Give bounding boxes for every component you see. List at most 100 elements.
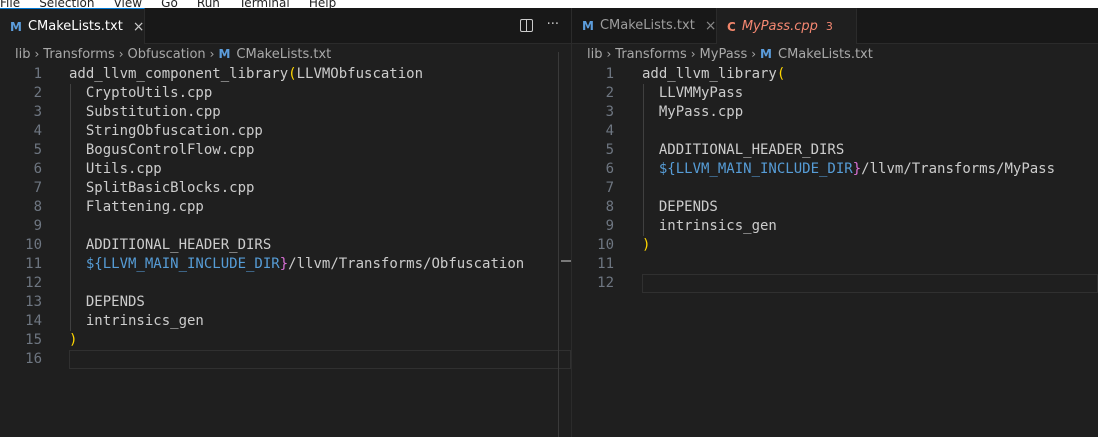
- minimap-edge: [558, 52, 559, 437]
- line-number: 12: [25, 275, 42, 291]
- line-number: 8: [33, 199, 42, 215]
- code-line: 14 intrinsics_gen: [0, 312, 571, 331]
- line-number: 15: [25, 332, 42, 348]
- code-token: add_llvm_component_library: [69, 66, 289, 82]
- chevron-right-icon: ›: [118, 47, 124, 61]
- breadcrumb-transforms[interactable]: Transforms: [43, 47, 114, 62]
- chevron-right-icon: ›: [751, 47, 757, 61]
- code-line-current: 12: [572, 274, 1098, 293]
- breadcrumb: lib › Transforms › Obfuscation › M CMake…: [15, 45, 331, 63]
- line-number: 2: [33, 85, 42, 101]
- line-number: 7: [33, 180, 42, 196]
- line-number: 5: [33, 142, 42, 158]
- cmake-file-icon: M: [218, 47, 231, 61]
- code-token: (: [776, 66, 786, 82]
- code-token: ): [642, 237, 651, 253]
- close-icon[interactable]: ×: [705, 18, 717, 34]
- chevron-right-icon: ›: [606, 47, 612, 61]
- cmake-file-icon: M: [10, 19, 22, 34]
- line-number: 16: [25, 351, 42, 367]
- breadcrumb-transforms[interactable]: Transforms: [615, 47, 686, 62]
- code-token: intrinsics_gen: [85, 313, 204, 329]
- breadcrumb-lib[interactable]: lib: [587, 47, 602, 62]
- code-token: (: [288, 66, 297, 82]
- line-number: 13: [25, 294, 42, 310]
- line-number: 3: [33, 104, 42, 120]
- code-line: 8 DEPENDS: [572, 198, 1098, 217]
- menu-bar: File Selection View Go Run Terminal Help: [0, 0, 1098, 8]
- code-token: ADDITIONAL_HEADER_DIRS: [658, 142, 845, 158]
- line-number: 3: [605, 104, 614, 120]
- line-number: 11: [25, 256, 42, 272]
- code-editor[interactable]: 1 add_llvm_library( 2 LLVMMyPass 3 MyPass…: [572, 65, 1098, 293]
- line-number: 1: [605, 66, 614, 82]
- right-editor-pane: M CMakeLists.txt × C MyPass.cpp 3 lib › …: [572, 8, 1098, 437]
- line-number: 10: [25, 237, 42, 253]
- code-token: Flattening.cpp: [85, 199, 204, 215]
- menu-terminal[interactable]: Terminal: [239, 0, 290, 8]
- code-line-current: 16: [0, 350, 571, 369]
- chevron-right-icon: ›: [690, 47, 696, 61]
- breadcrumb-file[interactable]: CMakeLists.txt: [236, 47, 331, 62]
- menu-selection[interactable]: Selection: [39, 0, 94, 8]
- left-editor-pane: M CMakeLists.txt × ··· lib › Transforms …: [0, 8, 571, 437]
- code-line: 9: [0, 217, 571, 236]
- code-token: /llvm/Transforms/Obfuscation: [288, 256, 525, 272]
- code-line: 4: [572, 122, 1098, 141]
- code-token: intrinsics_gen: [658, 218, 777, 234]
- menu-file[interactable]: File: [0, 0, 20, 8]
- breadcrumb-mypass[interactable]: MyPass: [700, 47, 748, 62]
- code-editor[interactable]: 1 add_llvm_component_library(LLVMObfuscat…: [0, 65, 571, 369]
- code-token: }: [852, 161, 862, 177]
- breadcrumb-obfuscation[interactable]: Obfuscation: [128, 47, 206, 62]
- chevron-right-icon: ›: [209, 47, 215, 61]
- close-icon[interactable]: ×: [133, 19, 145, 35]
- code-line: 2 CryptoUtils.cpp: [0, 84, 571, 103]
- scrollbar-cursor-marker[interactable]: [561, 260, 571, 262]
- code-line: 1 add_llvm_library(: [572, 65, 1098, 84]
- breadcrumb-lib[interactable]: lib: [15, 47, 30, 62]
- code-token: Substitution.cpp: [85, 104, 221, 120]
- code-line: 15): [0, 331, 571, 350]
- code-token: LLVMObfuscation: [296, 66, 424, 82]
- menu-go[interactable]: Go: [161, 0, 178, 8]
- menu-view[interactable]: View: [114, 0, 142, 8]
- tab-mypass-cpp[interactable]: C MyPass.cpp 3: [717, 8, 857, 44]
- code-line: 3 Substitution.cpp: [0, 103, 571, 122]
- code-line: 12: [0, 274, 571, 293]
- cmake-file-icon: M: [582, 18, 594, 33]
- menu-run[interactable]: Run: [197, 0, 220, 8]
- tab-label: MyPass.cpp: [741, 19, 818, 34]
- more-actions-icon[interactable]: ···: [547, 17, 559, 33]
- line-number: 9: [605, 218, 614, 234]
- line-number: 6: [33, 161, 42, 177]
- tab-cmakelists-mypass[interactable]: M CMakeLists.txt ×: [572, 8, 717, 43]
- split-editor-icon[interactable]: [519, 19, 533, 32]
- breadcrumb-file[interactable]: CMakeLists.txt: [778, 47, 873, 62]
- tab-cmakelists-obfuscation[interactable]: M CMakeLists.txt ×: [0, 8, 145, 44]
- code-token: MyPass.cpp: [658, 104, 744, 120]
- line-number: 5: [605, 142, 614, 158]
- code-token: ): [69, 332, 78, 348]
- right-tab-bar: M CMakeLists.txt × C MyPass.cpp 3: [572, 8, 1098, 44]
- editor-actions: ···: [519, 17, 559, 33]
- line-number: 4: [605, 123, 614, 139]
- code-line: 8 Flattening.cpp: [0, 198, 571, 217]
- code-line: 5 BogusControlFlow.cpp: [0, 141, 571, 160]
- code-line: 7 SplitBasicBlocks.cpp: [0, 179, 571, 198]
- chevron-right-icon: ›: [34, 47, 40, 61]
- code-token: ${: [658, 161, 676, 177]
- code-token: /llvm/Transforms/MyPass: [861, 161, 1056, 177]
- code-token: }: [279, 256, 289, 272]
- code-token: add_llvm_library: [642, 66, 777, 82]
- code-line: 4 StringObfuscation.cpp: [0, 122, 571, 141]
- code-line: 1 add_llvm_component_library(LLVMObfuscat…: [0, 65, 571, 84]
- code-line: 6 Utils.cpp: [0, 160, 571, 179]
- menu-help[interactable]: Help: [309, 0, 336, 8]
- left-tab-bar: M CMakeLists.txt × ···: [0, 8, 571, 44]
- line-number: 12: [597, 275, 614, 291]
- line-number: 9: [33, 218, 42, 234]
- line-number: 10: [597, 237, 614, 253]
- code-token: DEPENDS: [658, 199, 718, 215]
- problems-count-badge: 3: [825, 20, 833, 33]
